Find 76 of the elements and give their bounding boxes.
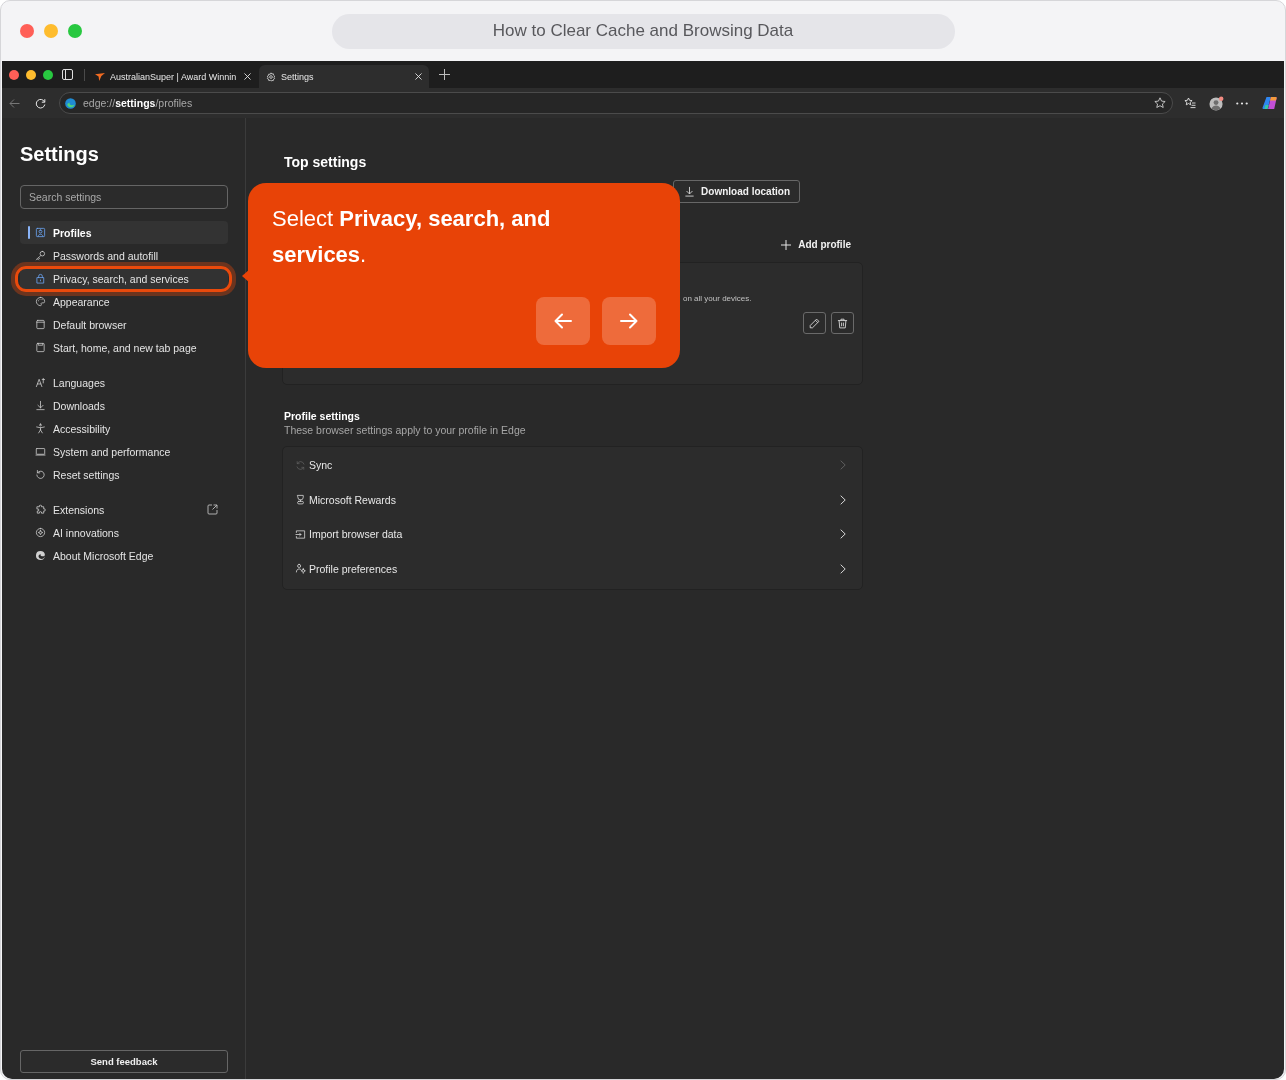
back-arrow-icon[interactable] — [9, 97, 20, 109]
section-subtitle: These browser settings apply to your profile in Edge — [283, 423, 526, 437]
favorite-star-icon[interactable] — [1154, 97, 1166, 109]
app-logo-icon[interactable] — [1262, 96, 1278, 110]
sidebar-item[interactable]: Start, home, and new tab page — [20, 336, 228, 359]
key-icon — [35, 250, 46, 261]
sidebar-item[interactable]: Reset settings — [20, 463, 228, 486]
browser-logo-icon — [65, 97, 76, 109]
tooltip-text: Select Privacy, search, and services. — [272, 205, 552, 269]
sidebar-item[interactable]: Passwords and autofill — [20, 244, 228, 267]
favorites-icon[interactable] — [1184, 97, 1196, 109]
delete-button[interactable] — [831, 312, 854, 334]
add-profile-button[interactable]: Add profile — [781, 235, 851, 254]
gear-icon — [266, 71, 276, 82]
accessibility-icon — [35, 423, 46, 434]
sidebar-toggle-icon[interactable] — [62, 69, 73, 80]
window-close-icon[interactable] — [9, 69, 19, 80]
puzzle-icon — [35, 504, 46, 515]
search-field[interactable]: Search settings — [20, 185, 228, 209]
download-location-button[interactable]: Download location — [673, 180, 800, 203]
edit-button[interactable] — [803, 312, 826, 334]
sidebar-item[interactable]: Extensions — [20, 498, 228, 521]
plus-icon — [781, 239, 792, 250]
sidebar-item[interactable]: System and performance — [20, 440, 228, 463]
browser-window-icon — [35, 319, 46, 330]
settings-title: Settings — [20, 142, 100, 166]
sidebar-item[interactable]: Profiles — [20, 221, 228, 244]
pencil-icon — [809, 317, 820, 329]
send-feedback-button[interactable]: Send feedback — [20, 1050, 228, 1073]
arrow-right-icon — [620, 313, 638, 329]
guide-title: How to Clear Cache and Browsing Data — [331, 13, 955, 49]
window-minimize-icon[interactable] — [26, 69, 36, 80]
people-gear-icon — [295, 563, 306, 575]
page-icon — [35, 342, 46, 353]
download-icon — [684, 186, 696, 197]
section-title: Top settings — [283, 153, 367, 172]
browser-tab[interactable]: Settings — [259, 65, 429, 88]
new-tab-icon[interactable] — [439, 69, 450, 80]
previous-button[interactable] — [536, 297, 590, 345]
reset-icon — [35, 469, 46, 480]
sidebar-item[interactable]: Languages — [20, 371, 228, 394]
address-field[interactable]: edge://settings/profiles — [59, 92, 1173, 114]
laptop-icon — [35, 446, 46, 457]
refresh-icon[interactable] — [35, 97, 46, 109]
next-button[interactable] — [602, 297, 656, 345]
palette-icon — [35, 296, 46, 307]
language-icon — [35, 377, 46, 388]
trash-icon — [837, 317, 848, 329]
browser-logo-icon — [35, 550, 46, 561]
sidebar-item[interactable]: Downloads — [20, 394, 228, 417]
import-icon — [295, 528, 306, 540]
site-logo-icon — [95, 71, 105, 82]
close-icon[interactable] — [244, 73, 251, 80]
lock-icon — [35, 273, 46, 284]
window-close-icon[interactable] — [20, 24, 34, 38]
sidebar-item[interactable]: AI innovations — [20, 521, 228, 544]
settings-row[interactable]: Microsoft Rewards — [283, 482, 862, 517]
sparkle-circle-icon — [35, 527, 46, 538]
settings-row[interactable]: Import browser data — [283, 517, 862, 552]
sidebar-item[interactable]: About Microsoft Edge — [20, 544, 228, 567]
sidebar-item[interactable]: Appearance — [20, 290, 228, 313]
download-icon — [35, 400, 46, 411]
sidebar-item[interactable]: Default browser — [20, 313, 228, 336]
sync-icon — [295, 459, 306, 471]
profile-icon — [35, 227, 46, 238]
arrow-left-icon — [554, 313, 572, 329]
sidebar-item[interactable]: Accessibility — [20, 417, 228, 440]
settings-row[interactable]: Profile preferences — [283, 551, 862, 586]
window-zoom-icon[interactable] — [43, 69, 53, 80]
profile-note: on all your devices. — [683, 293, 752, 305]
browser-tab[interactable]: AustralianSuper | Award Winnin — [88, 65, 258, 88]
close-icon[interactable] — [415, 73, 422, 80]
section-title: Profile settings — [283, 409, 360, 423]
trophy-icon — [295, 494, 306, 506]
avatar-icon[interactable] — [1209, 95, 1224, 111]
more-icon[interactable] — [1236, 101, 1248, 105]
